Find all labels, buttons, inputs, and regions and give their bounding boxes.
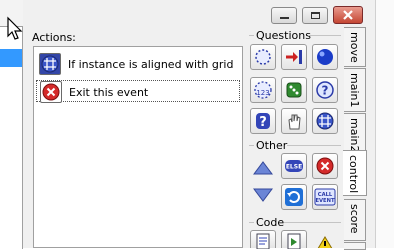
divider — [249, 222, 254, 223]
divider — [249, 35, 254, 36]
minimize-button[interactable] — [271, 7, 297, 24]
call-event-button[interactable]: CALL EVENT — [312, 184, 338, 210]
section-label-other: Other — [256, 139, 288, 152]
divider — [308, 35, 341, 36]
test-question-button[interactable]: ? — [312, 77, 338, 103]
check-mouse-button[interactable] — [281, 108, 307, 134]
close-button[interactable] — [333, 6, 363, 24]
repeat-button[interactable] — [281, 184, 307, 210]
else-icon: ELSE — [285, 160, 303, 172]
grid-icon — [39, 53, 61, 75]
action-item[interactable]: If instance is aligned with grid — [36, 53, 240, 75]
question-icon: ? — [316, 81, 334, 99]
dice-icon — [286, 82, 302, 98]
check-empty-button[interactable] — [250, 44, 276, 70]
tab-main1[interactable]: main1 — [344, 68, 366, 112]
action-text: If instance is aligned with grid — [68, 58, 234, 71]
start-block-button[interactable] — [252, 159, 274, 177]
check-collision-button[interactable] — [281, 44, 307, 70]
arrow-into-wall-icon — [286, 50, 302, 64]
grid-icon — [316, 112, 334, 130]
svg-text:EVENT: EVENT — [316, 198, 335, 204]
test-instance-count-button[interactable]: 123 — [250, 77, 276, 103]
execute-script-button[interactable] — [281, 230, 307, 250]
maximize-button[interactable] — [302, 7, 328, 24]
tab-control[interactable]: control — [343, 150, 367, 196]
else-button[interactable]: ELSE — [281, 153, 307, 179]
svg-text:?: ? — [259, 115, 267, 130]
warning-icon — [315, 236, 335, 252]
hand-icon — [288, 114, 301, 130]
svg-text:ELSE: ELSE — [286, 164, 302, 171]
instance-count-icon: 123 — [254, 81, 272, 99]
check-object-button[interactable] — [312, 44, 338, 70]
blue-ball-icon — [317, 49, 333, 65]
section-label-code: Code — [256, 216, 285, 229]
tab-extra[interactable] — [344, 242, 366, 250]
close-icon — [343, 10, 353, 20]
actions-label: Actions: — [32, 31, 76, 44]
exit-icon — [316, 157, 334, 175]
script-page-icon — [287, 233, 301, 250]
repeat-icon — [285, 188, 303, 206]
execute-code-button[interactable] — [250, 230, 276, 250]
end-block-button[interactable] — [252, 186, 274, 204]
exit-icon — [40, 81, 62, 103]
maximize-icon — [311, 12, 320, 19]
action-text: Exit this event — [69, 86, 149, 99]
comment-button[interactable] — [315, 236, 335, 252]
svg-text:?: ? — [322, 84, 329, 98]
test-expression-button[interactable]: ? — [250, 108, 276, 134]
action-item-selected[interactable]: Exit this event — [36, 80, 240, 103]
tab-move[interactable]: move — [344, 27, 366, 67]
triangle-down-icon — [253, 188, 273, 202]
mouse-cursor-icon — [7, 16, 23, 40]
call-event-icon: CALLEVENT — [314, 188, 336, 206]
minimize-icon — [280, 17, 289, 19]
dotted-circle-icon — [255, 49, 271, 65]
section-label-questions: Questions — [256, 29, 311, 42]
code-page-icon — [256, 233, 270, 250]
svg-text:123: 123 — [256, 89, 269, 97]
resource-tree-selection[interactable] — [0, 49, 22, 67]
actions-list[interactable]: If instance is aligned with grid Exit th… — [33, 46, 243, 248]
action-palette: Questions 123 ? ? Other ELSE CALL EVENT … — [245, 26, 343, 252]
divider — [287, 145, 341, 146]
check-grid-button[interactable] — [312, 108, 338, 134]
question-icon: ? — [256, 113, 270, 130]
divider — [249, 145, 254, 146]
triangle-up-icon — [253, 161, 273, 175]
tab-main2[interactable]: main2 — [344, 113, 366, 155]
test-chance-button[interactable] — [281, 77, 307, 103]
divider — [284, 222, 341, 223]
tab-score[interactable]: score — [344, 199, 366, 241]
background-right — [375, 0, 394, 248]
exit-event-button[interactable] — [312, 153, 338, 179]
